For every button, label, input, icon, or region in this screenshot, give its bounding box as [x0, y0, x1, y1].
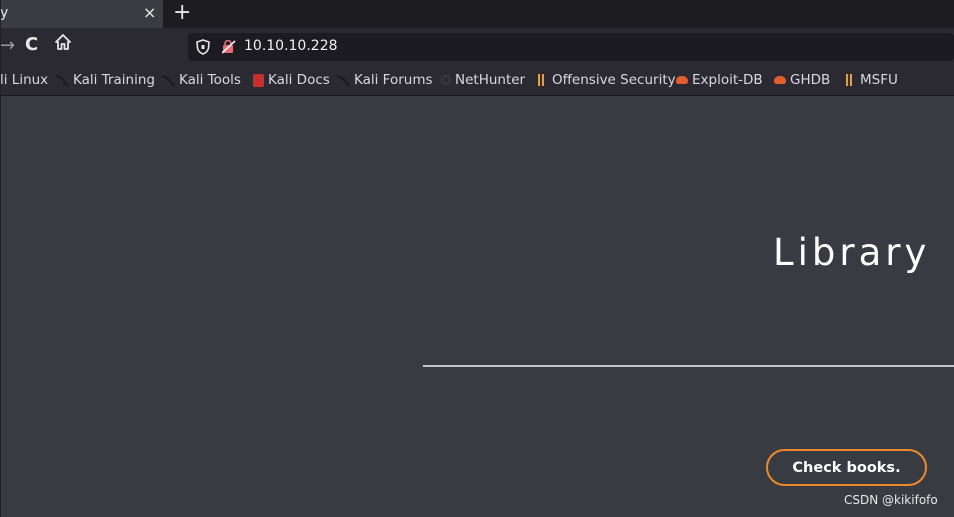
bookmark-kali-linux[interactable]: li Linux: [0, 71, 48, 89]
tab-title: y: [0, 5, 9, 21]
insecure-lock-icon[interactable]: [221, 39, 236, 54]
bookmark-kali-training[interactable]: Kali Training: [55, 71, 155, 89]
exploit-icon: [774, 76, 786, 84]
bookmark-kali-forums[interactable]: Kali Forums: [336, 71, 433, 89]
url-bar[interactable]: 10.10.10.228: [188, 33, 954, 61]
bookmark-label: GHDB: [790, 72, 831, 88]
bookmark-kali-tools[interactable]: Kali Tools: [161, 71, 241, 89]
bookmark-label: Exploit-DB: [692, 72, 763, 88]
kali-icon: [55, 75, 69, 87]
bookmark-label: Kali Forums: [354, 72, 433, 88]
bookmark-kali-docs[interactable]: Kali Docs: [253, 71, 330, 89]
navigation-bar: → C 10.10.10.228: [0, 28, 954, 64]
docs-icon: [253, 73, 264, 87]
home-icon[interactable]: [54, 33, 72, 55]
bookmark-label: Kali Docs: [268, 72, 330, 88]
bookmark-label: li Linux: [0, 72, 49, 88]
bookmark-label: MSFU: [860, 72, 898, 88]
shield-icon[interactable]: [196, 39, 210, 59]
tab-strip: y × +: [0, 0, 954, 28]
bookmark-nethunter[interactable]: NetHunter: [441, 71, 525, 89]
bookmark-exploit-db[interactable]: Exploit-DB: [676, 71, 763, 89]
page-title: Library: [773, 231, 931, 274]
new-tab-icon[interactable]: +: [173, 0, 191, 26]
check-books-button[interactable]: Check books.: [766, 449, 927, 486]
divider: [423, 365, 954, 367]
browser-tab[interactable]: y ×: [0, 0, 163, 28]
url-text[interactable]: 10.10.10.228: [244, 38, 338, 54]
offsec-icon: [842, 73, 856, 87]
bookmark-label: Offensive Security: [552, 72, 676, 88]
bookmark-label: Kali Tools: [179, 72, 241, 88]
page-content: Library Check books. CSDN @kikifofo: [0, 96, 954, 517]
watermark: CSDN @kikifofo: [844, 493, 938, 507]
bookmark-label: NetHunter: [455, 72, 526, 88]
bookmark-msfu[interactable]: MSFU: [842, 71, 898, 89]
reload-icon[interactable]: C: [25, 34, 38, 55]
bookmark-label: Kali Training: [73, 72, 155, 88]
kali-icon: [336, 75, 350, 87]
tab-close-icon[interactable]: ×: [143, 3, 156, 22]
exploit-icon: [676, 76, 688, 84]
bookmarks-toolbar: li Linux Kali Training Kali Tools Kali D…: [0, 64, 954, 96]
bookmark-offensive-security[interactable]: Offensive Security: [534, 71, 676, 89]
bookmark-ghdb[interactable]: GHDB: [774, 71, 830, 89]
kali-icon: [161, 75, 175, 87]
nethunter-icon: [441, 75, 451, 85]
offsec-icon: [534, 73, 548, 87]
forward-icon[interactable]: →: [0, 35, 15, 56]
